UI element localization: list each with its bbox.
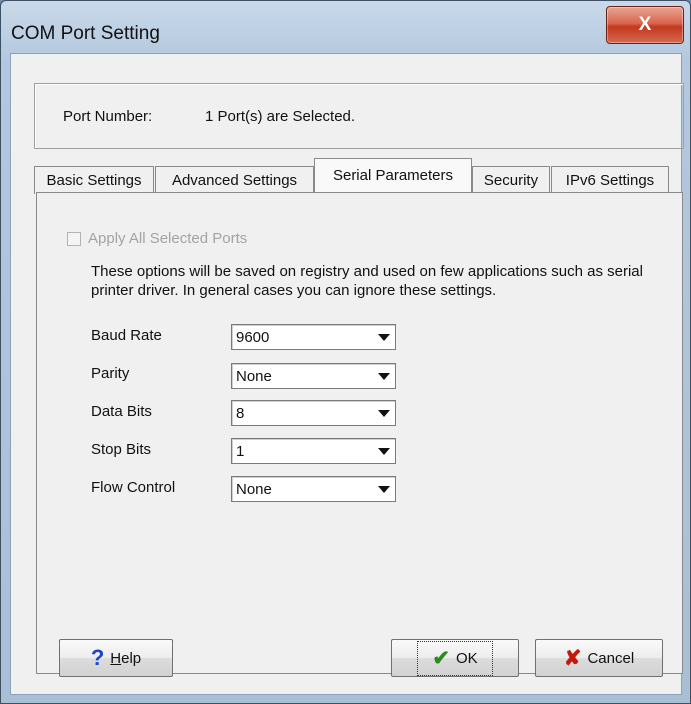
baud-rate-label: Baud Rate [91,327,162,344]
port-number-label: Port Number: [63,108,153,125]
data-bits-label: Data Bits [91,403,152,420]
tab-label: Advanced Settings [171,172,298,189]
close-button[interactable]: X [606,6,684,44]
apply-all-label: Apply All Selected Ports [88,230,248,247]
parity-label: Parity [91,365,130,382]
chevron-down-icon[interactable] [374,326,394,348]
tab-ipv6-settings[interactable]: IPv6 Settings [551,166,669,194]
cancel-button[interactable]: ✘ Cancel [535,639,663,677]
chevron-down-icon[interactable] [374,478,394,500]
parity-select[interactable]: None [231,363,396,389]
tab-basic-settings[interactable]: Basic Settings [34,166,154,194]
help-label: Help [110,650,141,667]
chevron-down-icon[interactable] [374,365,394,387]
port-number-value: 1 Port(s) are Selected. [205,108,356,125]
stop-bits-value: 1 [236,443,245,460]
chevron-down-icon[interactable] [374,440,394,462]
flow-control-value: None [236,481,272,498]
checkmark-icon: ✔ [432,646,450,670]
baud-rate-value: 9600 [236,329,270,346]
baud-rate-select[interactable]: 9600 [231,324,396,350]
stop-bits-select[interactable]: 1 [231,438,396,464]
tab-security[interactable]: Security [472,166,550,194]
cancel-label: Cancel [587,649,635,667]
tab-label: IPv6 Settings [565,172,655,189]
help-button[interactable]: ? Help [59,639,173,677]
ok-focus-ring: ✔ OK [417,640,493,676]
tab-label: Security [483,172,539,189]
data-bits-value: 8 [236,405,245,422]
apply-all-selected-ports-checkbox[interactable]: Apply All Selected Ports [67,230,247,247]
help-accelerator: H [110,649,122,667]
parity-value: None [236,368,272,385]
question-mark-icon: ? [90,645,105,670]
data-bits-select[interactable]: 8 [231,400,396,426]
com-port-setting-dialog: COM Port Setting X Port Number: 1 Port(s… [0,0,691,704]
ok-button[interactable]: ✔ OK [391,639,519,677]
dialog-client-area: Port Number: 1 Port(s) are Selected. Bas… [10,53,684,695]
flow-control-select[interactable]: None [231,476,396,502]
port-number-group: Port Number: 1 Port(s) are Selected. [34,83,684,149]
x-mark-icon: ✘ [563,646,582,670]
tab-serial-parameters[interactable]: Serial Parameters [314,158,472,192]
description-text: These options will be saved on registry … [91,263,643,299]
ok-label: OK [455,649,478,667]
tab-advanced-settings[interactable]: Advanced Settings [155,166,314,194]
stop-bits-label: Stop Bits [91,441,152,458]
tab-label: Basic Settings [46,172,142,189]
chevron-down-icon[interactable] [374,402,394,424]
checkbox-box[interactable] [67,231,81,246]
help-label-rest: elp [121,649,142,667]
close-icon: X [638,14,652,35]
flow-control-label: Flow Control [91,479,176,496]
tab-label: Serial Parameters [332,167,454,184]
title-bar[interactable]: COM Port Setting X [1,1,690,53]
window-title: COM Port Setting [11,23,160,44]
